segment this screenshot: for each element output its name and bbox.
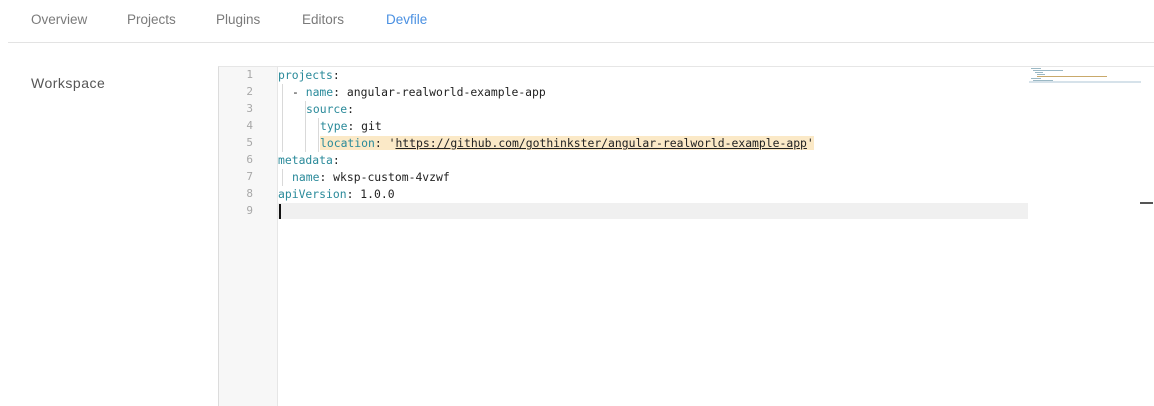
indent-guide bbox=[282, 169, 283, 186]
yaml-key: location bbox=[320, 136, 375, 150]
yaml-sep: : bbox=[346, 187, 361, 201]
code-line: type: git bbox=[320, 118, 382, 134]
yaml-key: projects bbox=[278, 68, 333, 82]
code-line: apiVersion: 1.0.0 bbox=[278, 186, 395, 202]
tab-bar: Overview Projects Plugins Editors Devfil… bbox=[0, 0, 1154, 42]
tab-projects[interactable]: Projects bbox=[127, 12, 176, 27]
line-number: 6 bbox=[246, 153, 253, 166]
code-line: location: 'https://github.com/gothinkste… bbox=[320, 135, 814, 151]
yaml-key: type bbox=[320, 119, 348, 133]
line-number: 3 bbox=[246, 102, 253, 115]
tab-overview[interactable]: Overview bbox=[31, 12, 87, 27]
section-label: Workspace bbox=[31, 75, 106, 91]
line-number: 1 bbox=[246, 68, 253, 81]
yaml-value: git bbox=[361, 119, 382, 133]
minimap-line bbox=[1031, 68, 1041, 69]
code-line: metadata: bbox=[278, 152, 340, 168]
yaml-sep: : bbox=[332, 68, 340, 82]
minimap-line bbox=[1031, 78, 1041, 79]
yaml-key: apiVersion bbox=[278, 187, 347, 201]
tab-divider bbox=[8, 42, 1154, 43]
tab-devfile[interactable]: Devfile bbox=[386, 12, 427, 27]
line-number: 9 bbox=[246, 204, 253, 217]
yaml-value: wksp-custom-4vzwf bbox=[333, 170, 450, 184]
code-line: source: bbox=[306, 101, 354, 117]
minimap-viewport[interactable] bbox=[1029, 81, 1141, 83]
minimap-line bbox=[1033, 70, 1063, 71]
indent-guide bbox=[318, 118, 319, 152]
yaml-key: name bbox=[292, 170, 320, 184]
yaml-sep: : bbox=[347, 119, 362, 133]
minimap-line bbox=[1037, 76, 1107, 77]
yaml-sep: : bbox=[374, 136, 389, 150]
line-number-gutter: 1 2 3 4 5 6 7 8 9 bbox=[219, 67, 278, 406]
indent-guide bbox=[282, 84, 283, 152]
code-area[interactable]: projects: - name: angular-realworld-exam… bbox=[278, 67, 1028, 406]
line-number: 4 bbox=[246, 119, 253, 132]
minimap-line bbox=[1035, 72, 1043, 73]
text-cursor bbox=[279, 204, 281, 219]
tab-plugins[interactable]: Plugins bbox=[216, 12, 260, 27]
code-line: projects: bbox=[278, 67, 340, 83]
line-number: 2 bbox=[246, 85, 253, 98]
tab-editors[interactable]: Editors bbox=[302, 12, 344, 27]
yaml-key: metadata bbox=[278, 153, 333, 167]
quote-close: ' bbox=[806, 136, 814, 150]
yaml-sep: : bbox=[333, 85, 347, 99]
yaml-value: 1.0.0 bbox=[360, 187, 395, 201]
yaml-sep: : bbox=[332, 153, 340, 167]
yaml-sep: : bbox=[319, 170, 334, 184]
yaml-sep: : bbox=[347, 102, 355, 116]
yaml-value: angular-realworld-example-app bbox=[346, 85, 546, 99]
code-line: name: wksp-custom-4vzwf bbox=[292, 169, 450, 185]
line-number: 8 bbox=[246, 187, 253, 200]
yaml-key: source bbox=[306, 102, 348, 116]
overview-ruler-marker bbox=[1140, 202, 1153, 204]
line-number: 7 bbox=[246, 170, 253, 183]
yaml-list-dash: - bbox=[292, 85, 306, 99]
line-number: 5 bbox=[246, 136, 253, 149]
yaml-key: name bbox=[305, 85, 334, 99]
repository-url-link[interactable]: https://github.com/gothinkster/angular-r… bbox=[395, 136, 806, 150]
devfile-editor[interactable]: 1 2 3 4 5 6 7 8 9 projects: - name: angu… bbox=[218, 66, 1154, 406]
minimap-line bbox=[1037, 74, 1045, 75]
code-line: - name: angular-realworld-example-app bbox=[292, 84, 546, 100]
